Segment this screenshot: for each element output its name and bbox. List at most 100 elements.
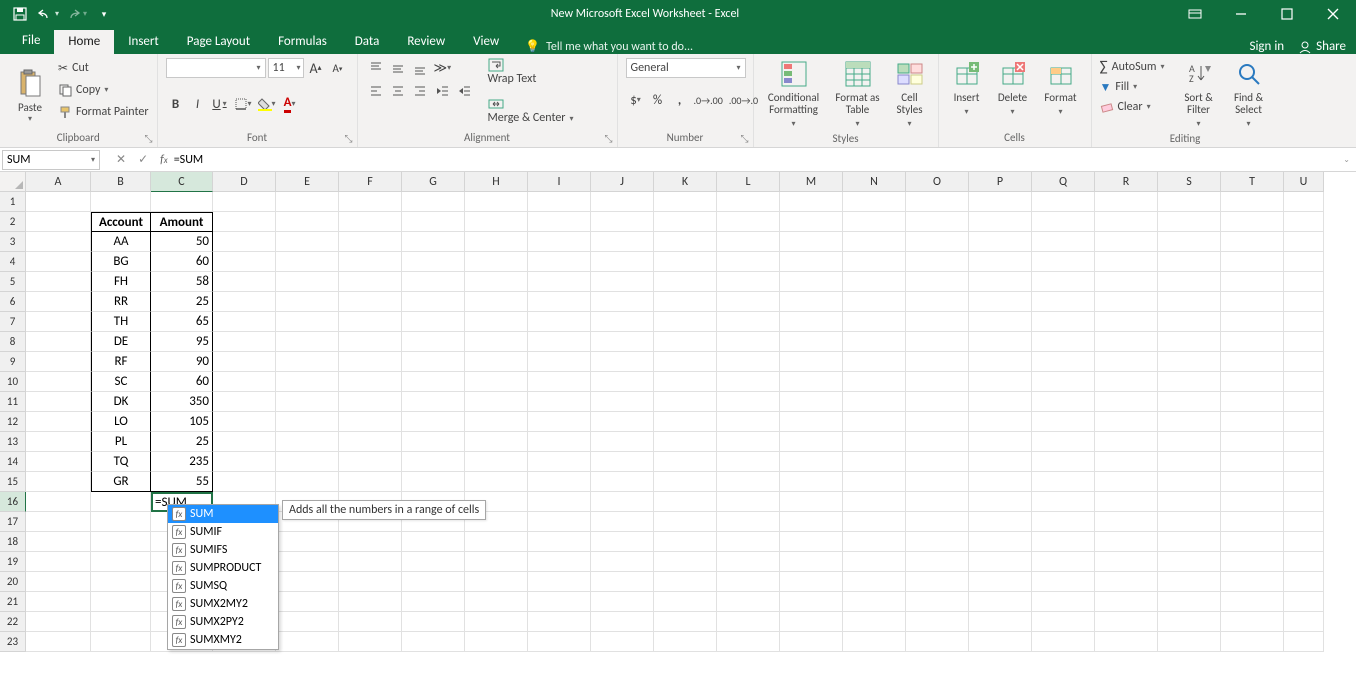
cell-D1[interactable] xyxy=(213,192,276,212)
ribbon-display-button[interactable] xyxy=(1172,0,1218,28)
cell-P13[interactable] xyxy=(969,432,1032,452)
cell-H15[interactable] xyxy=(465,472,528,492)
cell-T8[interactable] xyxy=(1221,332,1284,352)
cell-Q17[interactable] xyxy=(1032,512,1095,532)
row-header-22[interactable]: 22 xyxy=(0,612,26,632)
wrap-text-button[interactable]: Wrap Text xyxy=(488,58,574,86)
cell-E23[interactable] xyxy=(276,632,339,652)
row-header-17[interactable]: 17 xyxy=(0,512,26,532)
minimize-button[interactable] xyxy=(1218,0,1264,28)
cell-M18[interactable] xyxy=(780,532,843,552)
column-header-I[interactable]: I xyxy=(528,172,591,192)
cell-J12[interactable] xyxy=(591,412,654,432)
format-cells-button[interactable]: Format▾ xyxy=(1039,58,1083,118)
cell-G10[interactable] xyxy=(402,372,465,392)
cell-F22[interactable] xyxy=(339,612,402,632)
cell-P10[interactable] xyxy=(969,372,1032,392)
cell-G15[interactable] xyxy=(402,472,465,492)
dialog-launcher-icon[interactable]: ⤡ xyxy=(345,132,353,145)
cell-T15[interactable] xyxy=(1221,472,1284,492)
cell-B16[interactable] xyxy=(91,492,151,512)
cell-P21[interactable] xyxy=(969,592,1032,612)
cell-K20[interactable] xyxy=(654,572,717,592)
cell-M23[interactable] xyxy=(780,632,843,652)
cell-P8[interactable] xyxy=(969,332,1032,352)
format-painter-button[interactable]: Format Painter xyxy=(58,102,149,122)
cell-I19[interactable] xyxy=(528,552,591,572)
cell-C14[interactable]: 235 xyxy=(151,452,213,472)
cell-C7[interactable]: 65 xyxy=(151,312,213,332)
cell-S6[interactable] xyxy=(1158,292,1221,312)
cell-N13[interactable] xyxy=(843,432,906,452)
cell-S17[interactable] xyxy=(1158,512,1221,532)
align-left-button[interactable] xyxy=(366,81,386,101)
cell-R2[interactable] xyxy=(1095,212,1158,232)
cell-P6[interactable] xyxy=(969,292,1032,312)
find-select-button[interactable]: Find & Select▾ xyxy=(1227,58,1271,130)
column-header-J[interactable]: J xyxy=(591,172,654,192)
cell-J21[interactable] xyxy=(591,592,654,612)
cell-U7[interactable] xyxy=(1284,312,1324,332)
cell-O16[interactable] xyxy=(906,492,969,512)
cell-I4[interactable] xyxy=(528,252,591,272)
cell-S12[interactable] xyxy=(1158,412,1221,432)
cell-L11[interactable] xyxy=(717,392,780,412)
cell-N16[interactable] xyxy=(843,492,906,512)
cell-G13[interactable] xyxy=(402,432,465,452)
cell-I18[interactable] xyxy=(528,532,591,552)
cell-D10[interactable] xyxy=(213,372,276,392)
cell-E5[interactable] xyxy=(276,272,339,292)
column-header-L[interactable]: L xyxy=(717,172,780,192)
cell-S5[interactable] xyxy=(1158,272,1221,292)
increase-font-button[interactable]: A▴ xyxy=(306,58,326,78)
row-header-20[interactable]: 20 xyxy=(0,572,26,592)
cell-B18[interactable] xyxy=(91,532,151,552)
cell-N12[interactable] xyxy=(843,412,906,432)
cell-I16[interactable] xyxy=(528,492,591,512)
cell-A16[interactable] xyxy=(26,492,91,512)
cell-M13[interactable] xyxy=(780,432,843,452)
cell-G5[interactable] xyxy=(402,272,465,292)
cell-K19[interactable] xyxy=(654,552,717,572)
format-as-table-button[interactable]: Format as Table▾ xyxy=(832,58,884,130)
cell-L13[interactable] xyxy=(717,432,780,452)
cell-U8[interactable] xyxy=(1284,332,1324,352)
autocomplete-item-sumsq[interactable]: fxSUMSQ xyxy=(168,577,278,595)
cell-J8[interactable] xyxy=(591,332,654,352)
cell-Q4[interactable] xyxy=(1032,252,1095,272)
cell-N17[interactable] xyxy=(843,512,906,532)
cell-H22[interactable] xyxy=(465,612,528,632)
cell-M20[interactable] xyxy=(780,572,843,592)
row-header-10[interactable]: 10 xyxy=(0,372,26,392)
cell-P15[interactable] xyxy=(969,472,1032,492)
cell-T13[interactable] xyxy=(1221,432,1284,452)
cell-B6[interactable]: RR xyxy=(91,292,151,312)
tab-review[interactable]: Review xyxy=(393,30,459,54)
cell-Q7[interactable] xyxy=(1032,312,1095,332)
share-button[interactable]: Share xyxy=(1298,39,1346,54)
cell-A7[interactable] xyxy=(26,312,91,332)
orientation-button[interactable]: ≫▾ xyxy=(432,58,454,78)
cell-T5[interactable] xyxy=(1221,272,1284,292)
cell-T2[interactable] xyxy=(1221,212,1284,232)
cell-B8[interactable]: DE xyxy=(91,332,151,352)
cell-H14[interactable] xyxy=(465,452,528,472)
cell-U16[interactable] xyxy=(1284,492,1324,512)
align-top-button[interactable] xyxy=(366,58,386,78)
cell-B1[interactable] xyxy=(91,192,151,212)
font-size-select[interactable]: 11▾ xyxy=(268,58,304,78)
cell-U9[interactable] xyxy=(1284,352,1324,372)
autocomplete-item-sum[interactable]: fxSUM xyxy=(168,505,278,523)
paste-button[interactable]: Paste ▾ xyxy=(8,58,52,124)
tab-data[interactable]: Data xyxy=(341,30,394,54)
cell-J18[interactable] xyxy=(591,532,654,552)
cell-R10[interactable] xyxy=(1095,372,1158,392)
cell-D8[interactable] xyxy=(213,332,276,352)
cell-M11[interactable] xyxy=(780,392,843,412)
cell-J4[interactable] xyxy=(591,252,654,272)
cell-E22[interactable] xyxy=(276,612,339,632)
cell-E14[interactable] xyxy=(276,452,339,472)
align-right-button[interactable] xyxy=(410,81,430,101)
cell-O2[interactable] xyxy=(906,212,969,232)
cell-K5[interactable] xyxy=(654,272,717,292)
